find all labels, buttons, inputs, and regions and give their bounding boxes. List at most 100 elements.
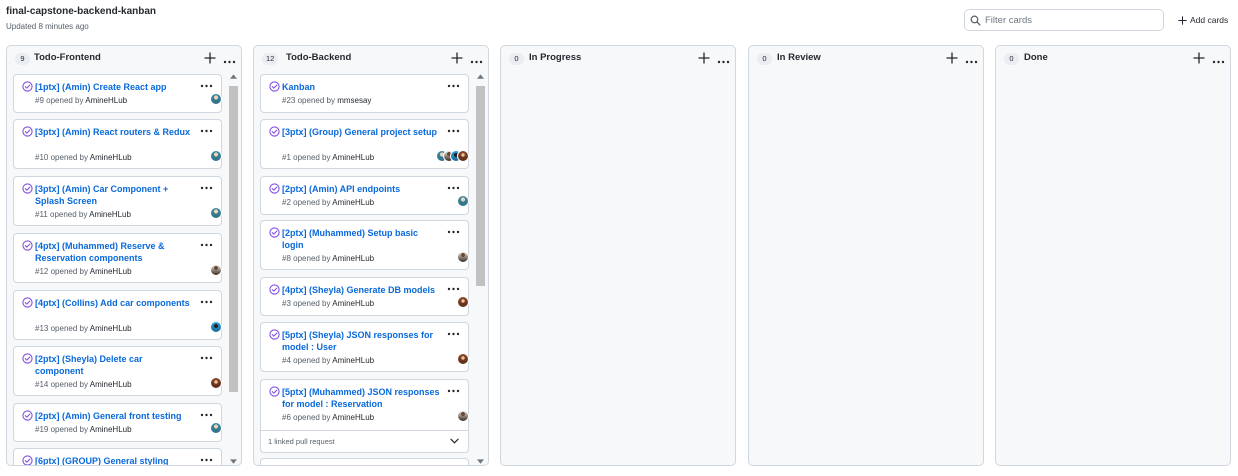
card-menu-icon[interactable]: [200, 355, 213, 361]
card-title-link[interactable]: Kanban: [282, 81, 440, 93]
card-menu-icon[interactable]: [447, 83, 460, 89]
linked-pull-request[interactable]: 1 linked pull request: [261, 430, 468, 452]
assignee-avatars[interactable]: [457, 296, 469, 308]
add-cards-button[interactable]: Add cards: [1178, 12, 1228, 28]
author-link[interactable]: AmineHLub: [332, 198, 374, 207]
card-menu-icon[interactable]: [200, 299, 213, 305]
author-link[interactable]: AmineHLub: [332, 153, 374, 162]
issue-card[interactable]: [2ptx] (Sheyla) Delete car component #14 …: [13, 346, 222, 396]
add-card-button[interactable]: [451, 51, 465, 65]
card-title-link[interactable]: [3ptx] (Group) General project setup: [282, 126, 440, 138]
card-title-link[interactable]: [2ptx] (Sheyla) Delete car component: [35, 353, 193, 377]
author-link[interactable]: AmineHLub: [332, 356, 374, 365]
card-menu-icon[interactable]: [447, 185, 460, 191]
add-card-button[interactable]: [946, 51, 960, 65]
avatar[interactable]: [457, 353, 469, 365]
avatar[interactable]: [210, 422, 222, 434]
assignee-avatars[interactable]: [210, 207, 222, 219]
project-title[interactable]: final-capstone-backend-kanban: [6, 6, 156, 17]
card-title-link[interactable]: [2ptx] (Muhammed) Setup basic login: [282, 227, 440, 251]
avatar[interactable]: [210, 264, 222, 276]
author-link[interactable]: AmineHLub: [90, 425, 132, 434]
issue-card[interactable]: [5ptx] (Sheyla) JSON responses for model…: [260, 322, 469, 372]
assignee-avatars[interactable]: [210, 422, 222, 434]
author-link[interactable]: AmineHLub: [85, 96, 127, 105]
card-title-link[interactable]: [4ptx] (Collins) Add car components: [35, 297, 193, 309]
column-title[interactable]: In Review: [777, 52, 821, 63]
assignee-avatars[interactable]: [457, 410, 469, 422]
column-menu-button[interactable]: [965, 52, 979, 64]
assignee-avatars[interactable]: [210, 321, 222, 333]
column-title[interactable]: Done: [1024, 52, 1048, 63]
card-menu-icon[interactable]: [447, 388, 460, 394]
issue-card[interactable]: [5ptx] (Muhammed) JSON responses for mod…: [260, 379, 469, 453]
assignee-avatars[interactable]: [457, 353, 469, 365]
card-title-link[interactable]: [1ptx] (Amin) Create React app: [35, 81, 193, 93]
column-menu-button[interactable]: [470, 52, 484, 64]
assignee-avatars[interactable]: [436, 150, 469, 162]
card-title-link[interactable]: [6ptx] (GROUP) General styling: [35, 455, 193, 465]
author-link[interactable]: mmsesay: [337, 96, 371, 105]
author-link[interactable]: AmineHLub: [90, 324, 132, 333]
card-menu-icon[interactable]: [200, 83, 213, 89]
scrollbar-thumb[interactable]: [229, 86, 238, 392]
issue-card[interactable]: [260, 458, 469, 465]
card-title-link[interactable]: [4ptx] (Muhammed) Reserve & Reservation …: [35, 240, 193, 264]
card-title-link[interactable]: [5ptx] (Sheyla) JSON responses for model…: [282, 329, 440, 353]
card-menu-icon[interactable]: [447, 128, 460, 134]
issue-card[interactable]: Kanban #23 opened by mmsesay: [260, 74, 469, 113]
avatar[interactable]: [457, 410, 469, 422]
assignee-avatars[interactable]: [457, 251, 469, 263]
assignee-avatars[interactable]: [210, 377, 222, 389]
card-menu-icon[interactable]: [200, 457, 213, 463]
author-link[interactable]: AmineHLub: [332, 299, 374, 308]
issue-card[interactable]: [3ptx] (Amin) React routers & Redux #10 o…: [13, 119, 222, 169]
issue-card[interactable]: [4ptx] (Muhammed) Reserve & Reservation …: [13, 233, 222, 283]
issue-card[interactable]: [6ptx] (GROUP) General styling: [13, 448, 222, 465]
issue-card[interactable]: [3ptx] (Amin) Car Component + Splash Scr…: [13, 176, 222, 226]
avatar[interactable]: [210, 207, 222, 219]
issue-card[interactable]: [2ptx] (Amin) API endpoints #2 opened by …: [260, 176, 469, 215]
add-card-button[interactable]: [204, 51, 218, 65]
column-title[interactable]: In Progress: [529, 52, 581, 63]
card-title-link[interactable]: [2ptx] (Amin) API endpoints: [282, 183, 440, 195]
column-menu-button[interactable]: [223, 52, 237, 64]
avatar[interactable]: [210, 150, 222, 162]
author-link[interactable]: AmineHLub: [90, 153, 132, 162]
assignee-avatars[interactable]: [210, 150, 222, 162]
issue-card[interactable]: [1ptx] (Amin) Create React app #9 opened …: [13, 74, 222, 113]
assignee-avatars[interactable]: [210, 93, 222, 105]
author-link[interactable]: AmineHLub: [332, 413, 374, 422]
card-title-link[interactable]: [3ptx] (Amin) React routers & Redux: [35, 126, 193, 138]
card-menu-icon[interactable]: [200, 412, 213, 418]
card-menu-icon[interactable]: [447, 286, 460, 292]
card-menu-icon[interactable]: [447, 229, 460, 235]
assignee-avatars[interactable]: [457, 195, 469, 207]
issue-card[interactable]: [2ptx] (Amin) General front testing #19 o…: [13, 403, 222, 442]
add-card-button[interactable]: [698, 51, 712, 65]
issue-card[interactable]: [4ptx] (Collins) Add car components #13 o…: [13, 290, 222, 340]
column-title[interactable]: Todo-Frontend: [34, 52, 101, 63]
author-link[interactable]: AmineHLub: [90, 380, 132, 389]
avatar[interactable]: [210, 377, 222, 389]
avatar[interactable]: [457, 150, 469, 162]
add-card-button[interactable]: [1193, 51, 1207, 65]
card-menu-icon[interactable]: [447, 331, 460, 337]
card-menu-icon[interactable]: [200, 185, 213, 191]
issue-card[interactable]: [4ptx] (Sheyla) Generate DB models #3 ope…: [260, 277, 469, 316]
author-link[interactable]: AmineHLub: [90, 267, 132, 276]
filter-box[interactable]: [964, 9, 1164, 31]
card-title-link[interactable]: [3ptx] (Amin) Car Component + Splash Scr…: [35, 183, 193, 207]
card-title-link[interactable]: [5ptx] (Muhammed) JSON responses for mod…: [282, 386, 440, 410]
author-link[interactable]: AmineHLub: [89, 210, 131, 219]
card-title-link[interactable]: [2ptx] (Amin) General front testing: [35, 410, 193, 422]
avatar[interactable]: [457, 296, 469, 308]
filter-cards-input[interactable]: [985, 12, 1160, 28]
card-menu-icon[interactable]: [200, 128, 213, 134]
issue-card[interactable]: [2ptx] (Muhammed) Setup basic login #8 op…: [260, 220, 469, 270]
assignee-avatars[interactable]: [210, 264, 222, 276]
issue-card[interactable]: [3ptx] (Group) General project setup #1 o…: [260, 119, 469, 169]
column-menu-button[interactable]: [1212, 52, 1226, 64]
avatar[interactable]: [210, 321, 222, 333]
card-menu-icon[interactable]: [200, 242, 213, 248]
